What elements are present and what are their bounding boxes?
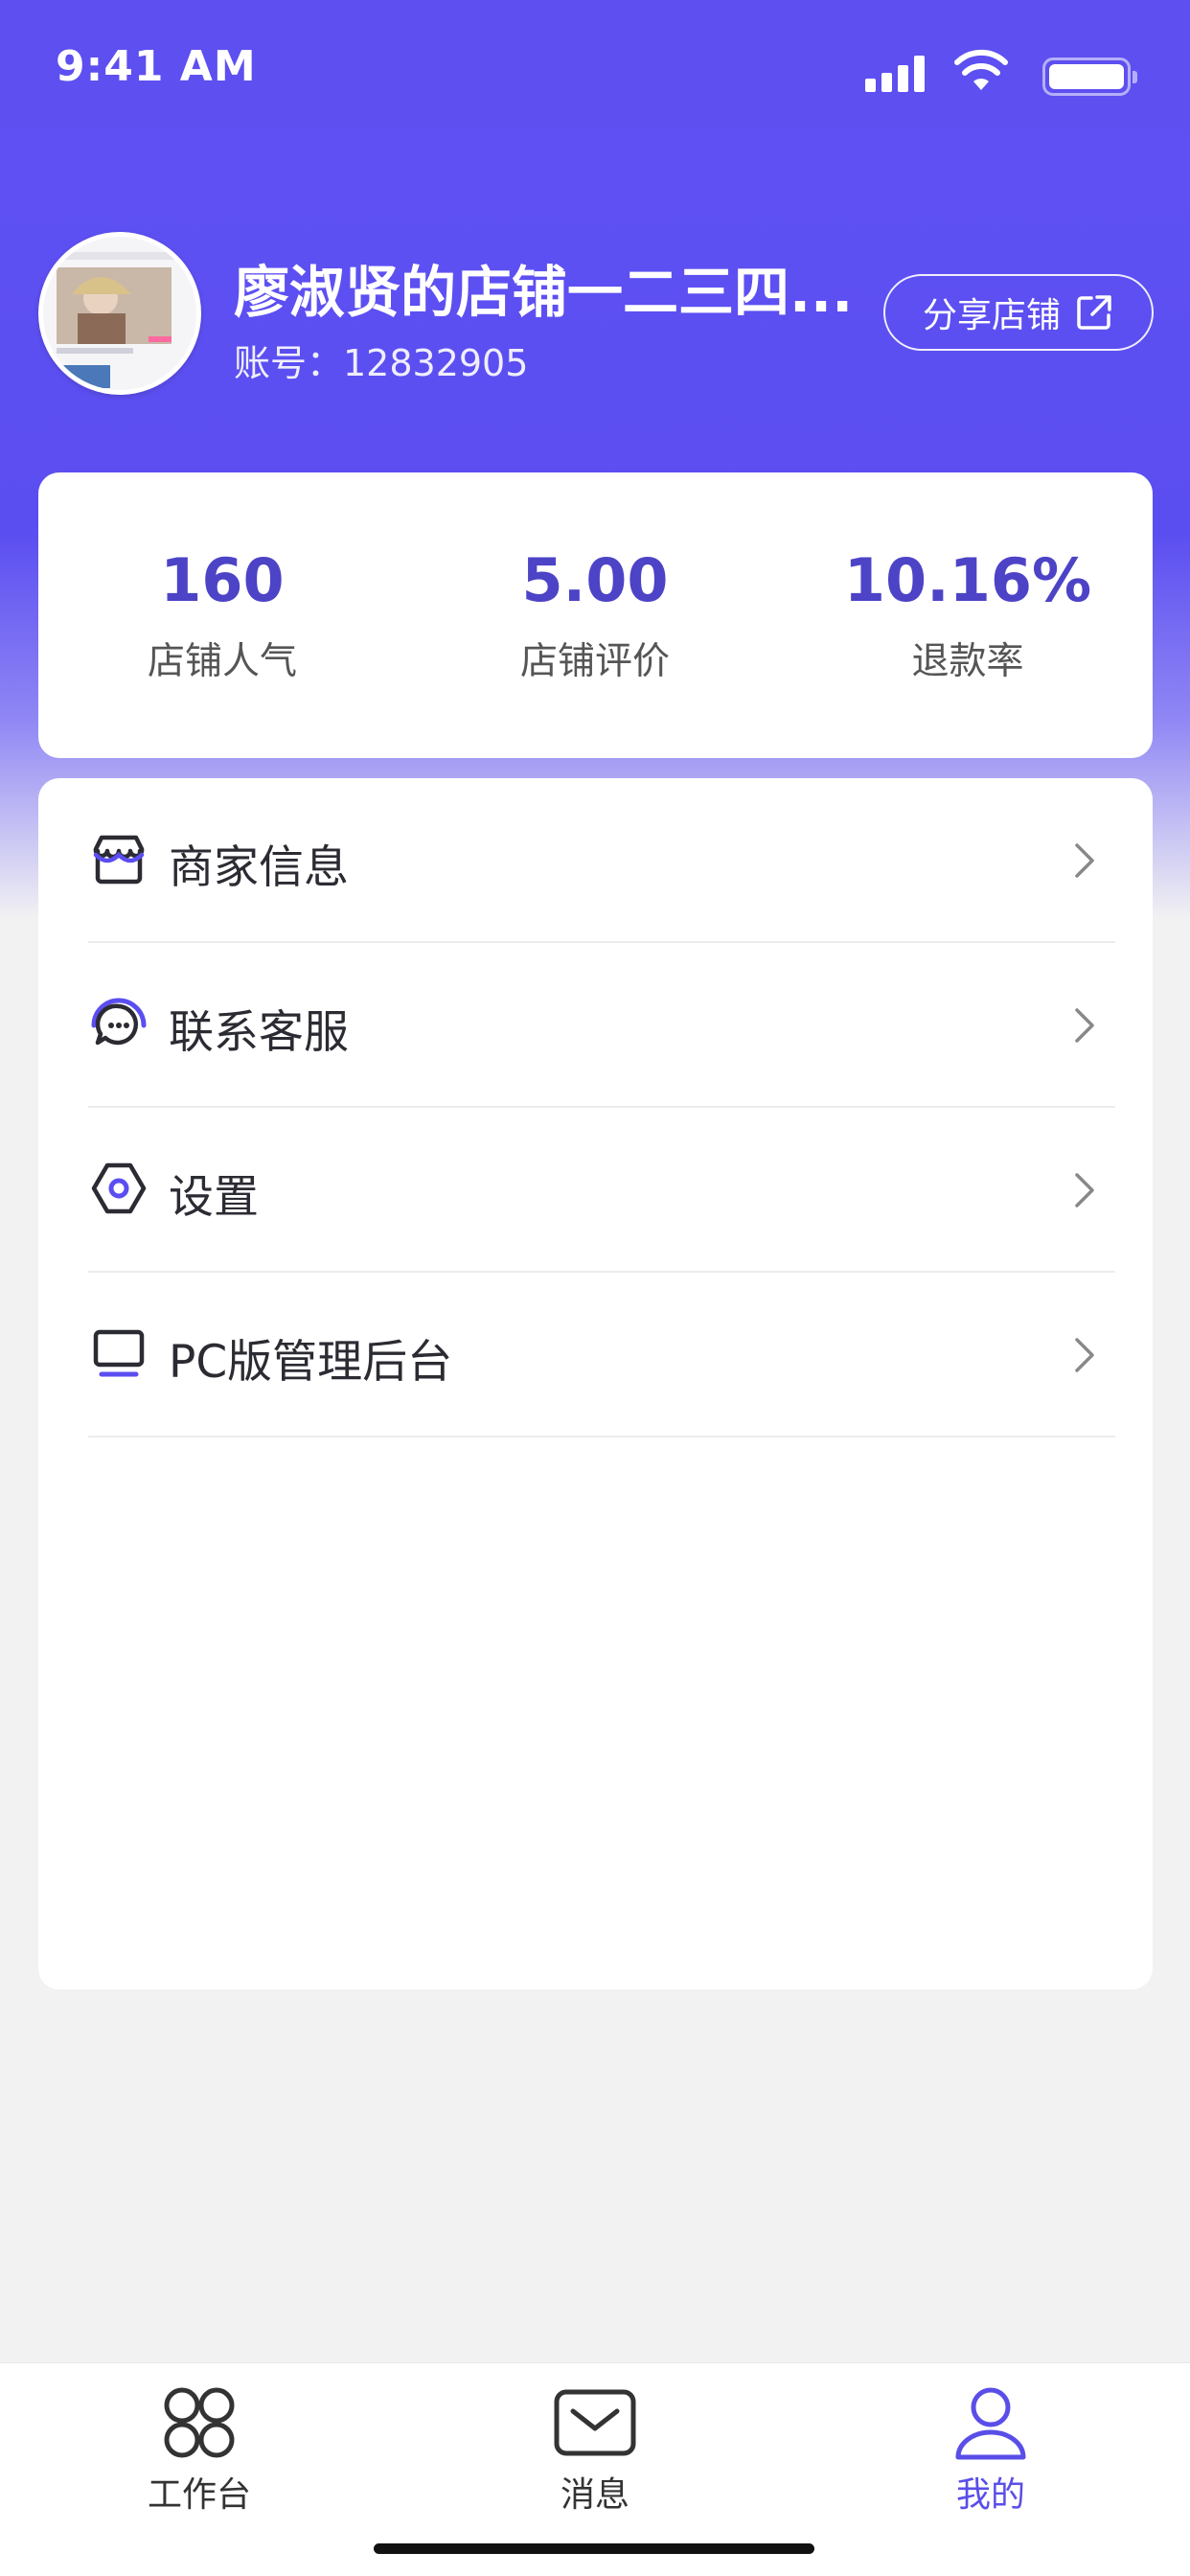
settings-icon — [91, 1162, 147, 1214]
chevron-right-icon — [1075, 1338, 1094, 1372]
share-shop-label: 分享店铺 — [922, 296, 1061, 335]
stat-popularity[interactable]: 160 店铺人气 — [64, 551, 380, 685]
user-icon — [955, 2387, 1026, 2460]
stat-value: 5.00 — [521, 545, 669, 615]
avatar-image — [43, 237, 196, 390]
chevron-right-icon — [1075, 843, 1094, 878]
chevron-right-icon — [1075, 1173, 1094, 1208]
stat-label: 退款率 — [911, 640, 1024, 683]
stats-card: 160 店铺人气 5.00 店铺评价 10.16% 退款率 — [38, 472, 1153, 758]
battery-icon — [1042, 58, 1137, 96]
menu-item-pc-admin[interactable]: PC版管理后台 — [88, 1273, 1115, 1438]
menu-item-label: 商家信息 — [169, 841, 349, 894]
stat-refund-rate[interactable]: 10.16% 退款率 — [810, 551, 1126, 685]
account-number: 账号：12832905 — [234, 342, 529, 384]
stat-rating[interactable]: 5.00 店铺评价 — [437, 551, 753, 685]
cellular-signal-icon — [865, 56, 925, 92]
status-bar: 9:41 AM — [0, 0, 1190, 130]
monitor-icon — [93, 1329, 145, 1377]
stat-value: 10.16% — [843, 545, 1092, 615]
menu-item-merchant-info[interactable]: 商家信息 — [88, 778, 1115, 943]
menu-item-customer-service[interactable]: 联系客服 — [88, 943, 1115, 1108]
menu-item-settings[interactable]: 设置 — [88, 1108, 1115, 1273]
menu-card: 商家信息 联系客服 设置 PC版管理后台 — [38, 778, 1153, 1990]
shop-avatar[interactable] — [38, 232, 201, 395]
menu-item-label: 联系客服 — [169, 1006, 349, 1059]
tab-label: 我的 — [955, 2475, 1025, 2515]
tab-label: 消息 — [560, 2475, 629, 2515]
share-shop-button[interactable]: 分享店铺 — [883, 274, 1154, 351]
stat-label: 店铺人气 — [147, 640, 297, 683]
menu-item-label: PC版管理后台 — [169, 1336, 453, 1389]
customer-service-icon — [91, 998, 147, 1046]
tab-workbench[interactable]: 工作台 — [103, 2382, 295, 2526]
external-link-icon — [1077, 295, 1111, 330]
grid-icon — [164, 2387, 235, 2458]
home-indicator — [374, 2543, 814, 2554]
menu-item-label: 设置 — [169, 1171, 259, 1224]
chevron-right-icon — [1075, 1008, 1094, 1043]
wifi-icon — [954, 49, 1008, 90]
shop-name: 廖淑贤的店铺一二三四... — [234, 260, 854, 325]
stat-value: 160 — [160, 545, 285, 615]
stat-label: 店铺评价 — [519, 640, 670, 683]
status-time: 9:41 AM — [56, 42, 257, 91]
store-icon — [93, 835, 145, 885]
tab-messages[interactable]: 消息 — [499, 2382, 691, 2526]
message-icon — [554, 2389, 636, 2456]
tab-label: 工作台 — [147, 2475, 251, 2515]
tab-me[interactable]: 我的 — [895, 2382, 1087, 2526]
